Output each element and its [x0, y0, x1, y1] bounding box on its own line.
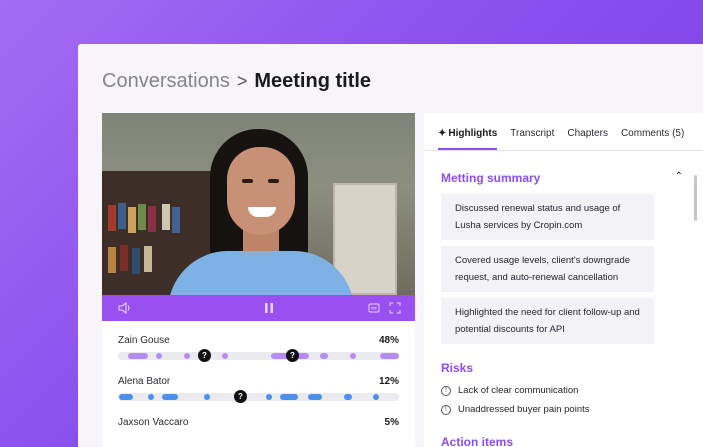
comment-marker[interactable]: ? — [198, 349, 211, 362]
pause-icon[interactable] — [264, 302, 274, 314]
video-player[interactable] — [102, 113, 415, 295]
participant-eye-left — [242, 179, 253, 183]
sparkle-icon: ✦ — [438, 128, 447, 139]
meeting-panel: Conversations > Meeting title Zain Gouse… — [78, 44, 703, 447]
tab-chapters[interactable]: Chapters — [567, 113, 608, 150]
speaker-talk-percent: 5% — [384, 417, 399, 428]
captions-icon[interactable] — [368, 302, 380, 314]
speaker-name: Alena Bator — [118, 376, 171, 387]
speaker-timeline[interactable]: ? — [118, 390, 399, 403]
speaker-talk-percent: 48% — [378, 335, 399, 346]
summary-item: Covered usage levels, client's downgrade… — [441, 246, 654, 292]
participant-eye-right — [268, 179, 279, 183]
speaker-timeline[interactable]: ? ? — [118, 349, 399, 362]
summary-title: Metting summary — [441, 171, 541, 185]
breadcrumb-separator: > — [236, 71, 248, 91]
summary-item: Highlighted the need for client follow-u… — [441, 298, 654, 344]
insights-tabs: ✦ Highlights Transcript Chapters Comments… — [424, 113, 703, 151]
tab-highlights[interactable]: ✦ Highlights — [438, 113, 498, 150]
summary-header[interactable]: Metting summary ⌃ — [441, 171, 683, 185]
tab-transcript[interactable]: Transcript — [510, 113, 554, 150]
insights-card: ✦ Highlights Transcript Chapters Comments… — [424, 113, 703, 447]
tab-comments[interactable]: Comments (5) — [621, 113, 684, 150]
comment-marker[interactable]: ? — [234, 390, 247, 403]
alert-icon: ! — [441, 385, 451, 396]
speaker-name: Jaxson Vaccaro — [118, 417, 189, 428]
risk-item: ! Lack of clear communication — [441, 385, 578, 396]
action-items-title: Action items — [441, 435, 514, 447]
chevron-up-icon[interactable]: ⌃ — [675, 171, 683, 185]
risk-item: ! Unaddressed buyer pain points — [441, 404, 590, 415]
comment-marker[interactable]: ? — [286, 349, 299, 362]
speaker-row: Zain Gouse 48% ? ? — [118, 335, 399, 362]
speaker-list: Zain Gouse 48% ? ? Alena Bator 12% ? Jax… — [102, 321, 415, 428]
scrollbar[interactable] — [694, 175, 697, 221]
speaker-row: Alena Bator 12% ? — [118, 376, 399, 403]
fullscreen-icon[interactable] — [389, 302, 401, 314]
video-controls — [102, 295, 415, 321]
recording-card: Zain Gouse 48% ? ? Alena Bator 12% ? Jax… — [102, 113, 415, 447]
speaker-talk-percent: 12% — [378, 376, 399, 387]
alert-icon: ! — [441, 404, 451, 415]
breadcrumb: Conversations > Meeting title — [102, 70, 371, 93]
speaker-name: Zain Gouse — [118, 335, 170, 346]
page-title: Meeting title — [254, 70, 372, 92]
speaker-icon[interactable] — [118, 302, 132, 314]
summary-item: Discussed renewal status and usage of Lu… — [441, 194, 654, 240]
breadcrumb-conversations-link[interactable]: Conversations — [102, 70, 230, 93]
risks-title: Risks — [441, 361, 474, 375]
speaker-row: Jaxson Vaccaro 5% — [118, 417, 399, 428]
participant-face — [227, 147, 295, 235]
